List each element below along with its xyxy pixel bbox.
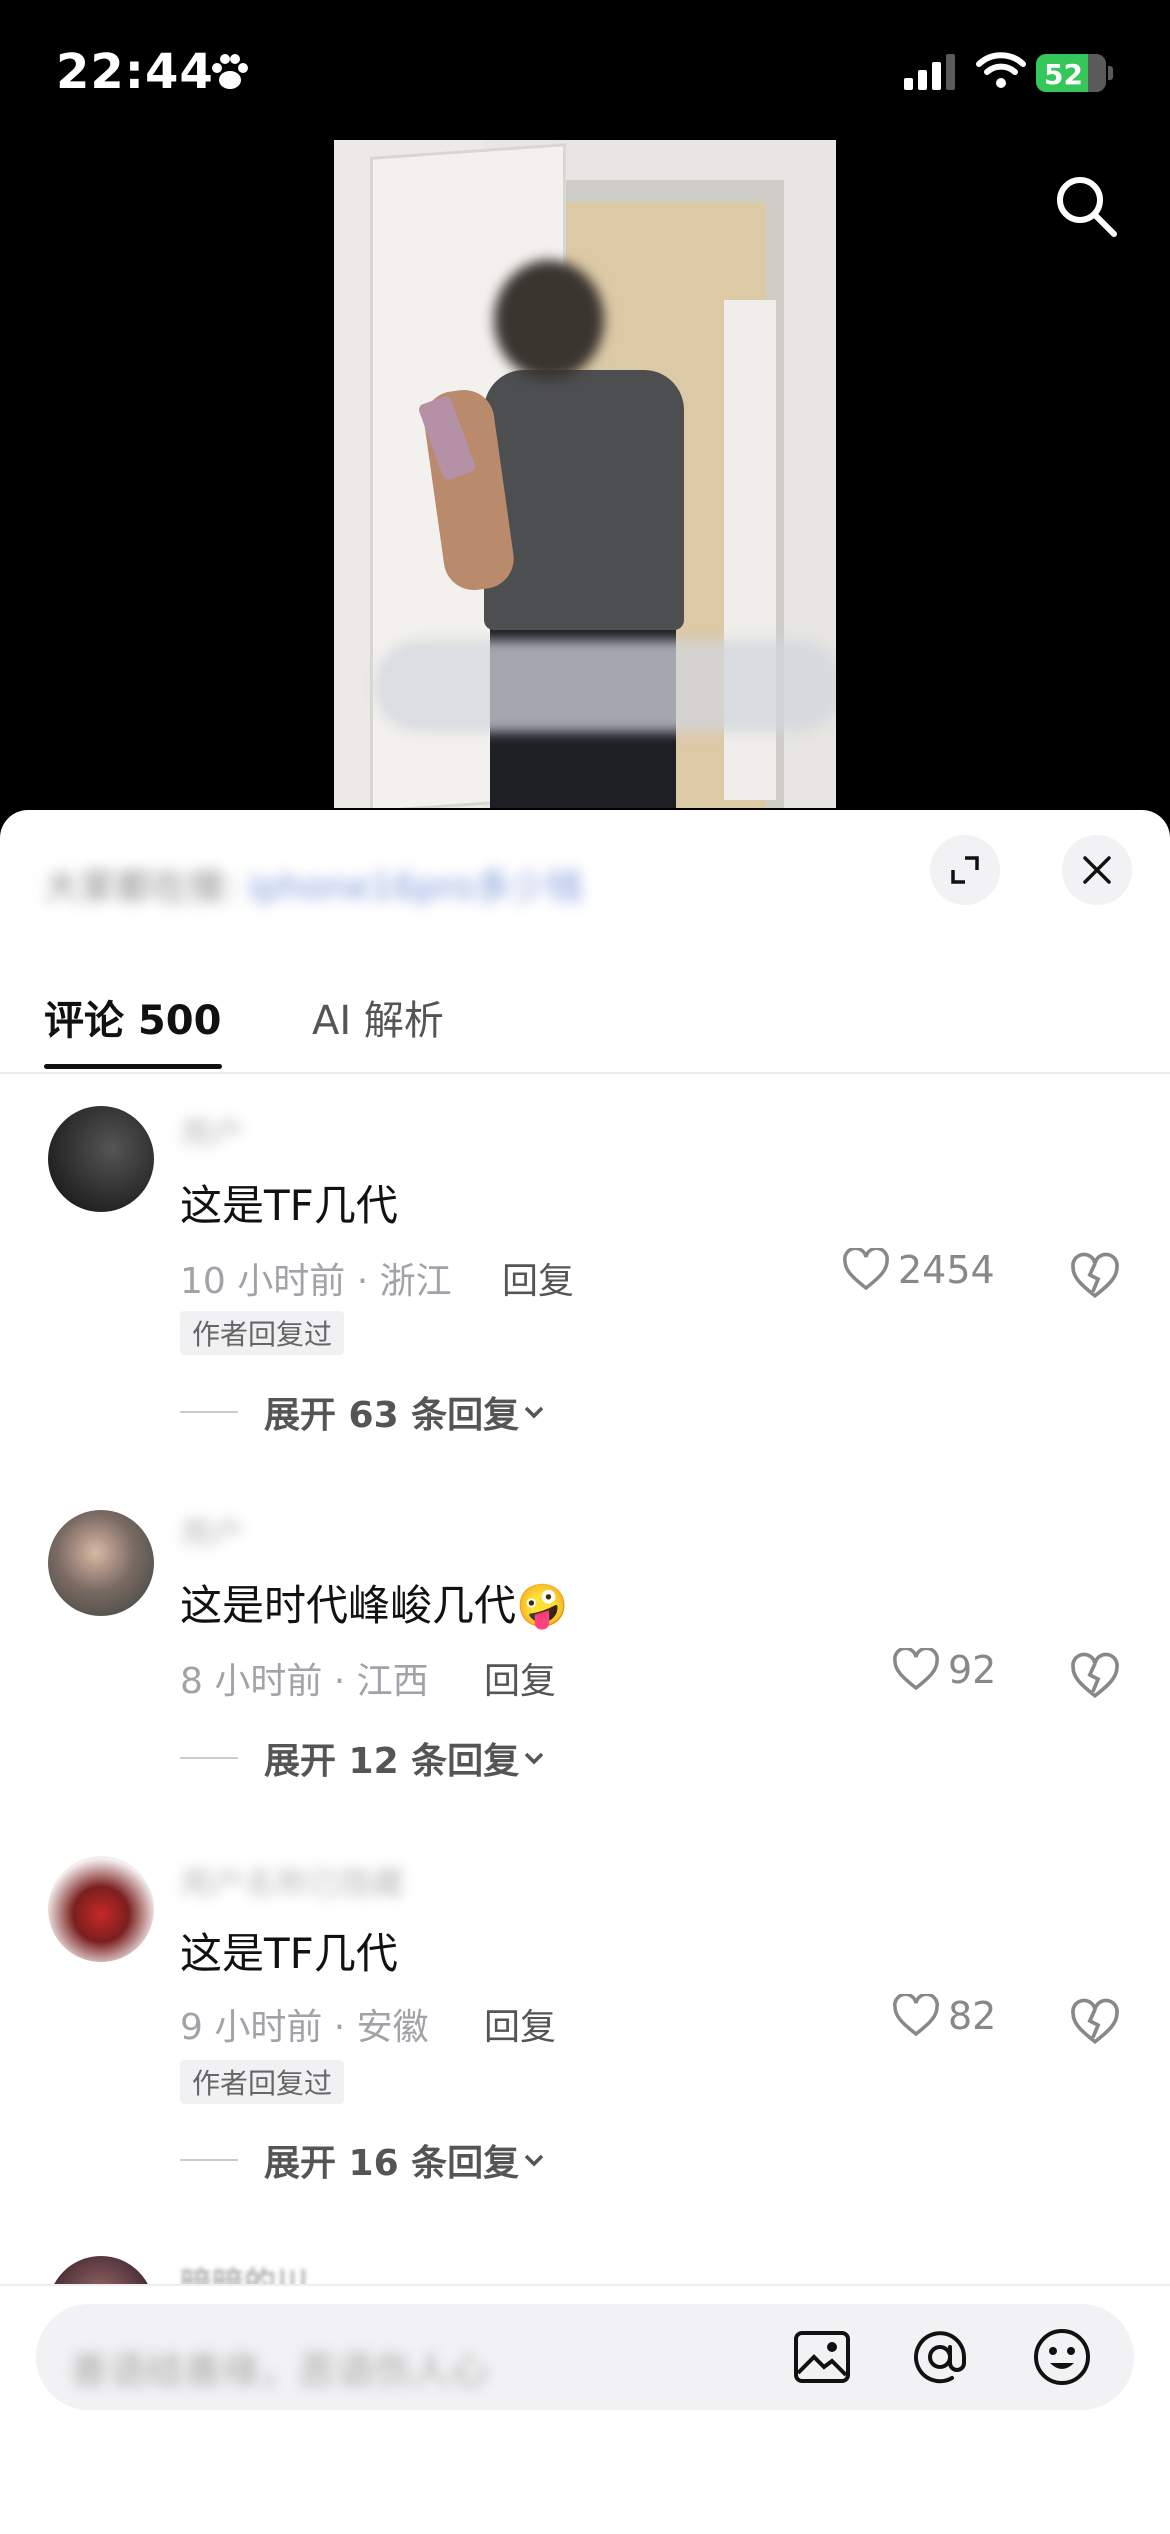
- video-person-body: [484, 370, 684, 630]
- battery-cap: [1108, 66, 1113, 80]
- battery-level: 52: [1044, 58, 1083, 91]
- chevron-down-icon: [524, 2154, 544, 2167]
- tab-ai-analysis[interactable]: AI 解析: [312, 988, 444, 1046]
- emoji-icon[interactable]: [1030, 2325, 1094, 2389]
- chevron-down-icon: [524, 1752, 544, 1765]
- comment-username[interactable]: 用户: [180, 1508, 244, 1554]
- reply-button[interactable]: 回复: [484, 1652, 556, 1704]
- search-icon[interactable]: [1050, 170, 1122, 242]
- comment-time-location: 9 小时前 · 安徽: [180, 2007, 429, 2048]
- paw-icon: [212, 54, 248, 89]
- search-suggestion-query: iphone16pro多少钱: [247, 867, 583, 908]
- expand-replies[interactable]: 展开 63 条回复: [180, 1386, 549, 1438]
- expand-replies-label: 展开 12 条回复: [264, 1741, 520, 1782]
- comment-username[interactable]: 用户名称已隐藏: [180, 1858, 404, 1904]
- video-caption-blurred: [374, 640, 836, 732]
- avatar[interactable]: [48, 1856, 154, 1962]
- image-icon[interactable]: [790, 2325, 854, 2389]
- avatar[interactable]: [48, 1106, 154, 1212]
- tab-bar: 评论 500 AI 解析: [0, 980, 1170, 1074]
- like-button[interactable]: 2454: [842, 1248, 995, 1292]
- comment-text: 这是TF几代: [180, 1181, 398, 1230]
- heart-icon: [893, 1994, 939, 2037]
- expand-replies[interactable]: 展开 12 条回复: [180, 1732, 549, 1784]
- close-icon: [1083, 856, 1111, 884]
- reply-button[interactable]: 回复: [502, 1252, 574, 1304]
- expand-replies[interactable]: 展开 16 条回复: [180, 2134, 549, 2186]
- comment-time-location: 8 小时前 · 江西: [180, 1661, 429, 1702]
- emoji-icon: 🤪: [516, 1581, 569, 1630]
- heart-icon: [893, 1648, 939, 1691]
- broken-heart-icon[interactable]: [1070, 1998, 1120, 2048]
- comment-text-content: 这是时代峰峻几代: [180, 1581, 517, 1630]
- avatar[interactable]: [48, 1510, 154, 1616]
- signal-icon: [904, 54, 955, 90]
- broken-heart-icon[interactable]: [1070, 1652, 1120, 1702]
- like-count: 82: [948, 1994, 997, 2038]
- expand-icon: [951, 856, 979, 884]
- status-bar: 22:44 52: [0, 0, 1170, 140]
- tab-active-indicator: [44, 1064, 222, 1069]
- comment-text: 这是TF几代: [180, 1929, 398, 1978]
- at-mention-icon[interactable]: [908, 2325, 972, 2389]
- author-replied-badge: 作者回复过: [180, 1311, 345, 1355]
- comment-time-location: 10 小时前 · 浙江: [180, 1261, 452, 1302]
- comment-username[interactable]: 用户: [180, 1108, 244, 1154]
- battery-indicator: 52: [1036, 54, 1106, 92]
- author-replied-badge: 作者回复过: [180, 2060, 345, 2104]
- like-count: 92: [948, 1648, 997, 1692]
- like-button[interactable]: 82: [892, 1994, 996, 2038]
- comment-input-placeholder: 善语结善缘，恶语伤人心: [70, 2349, 489, 2393]
- tab-comments[interactable]: 评论 500: [44, 988, 221, 1046]
- status-time: 22:44: [56, 44, 214, 100]
- search-suggestion[interactable]: 大家都在搜: iphone16pro多少钱: [44, 858, 744, 918]
- search-suggestion-prefix: 大家都在搜:: [44, 867, 237, 908]
- expand-replies-label: 展开 16 条回复: [264, 2143, 520, 2184]
- like-count: 2454: [898, 1248, 995, 1292]
- comment-text: 这是时代峰峻几代🤪: [180, 1572, 568, 1633]
- broken-heart-icon[interactable]: [1070, 1252, 1120, 1302]
- heart-icon: [843, 1248, 889, 1291]
- close-button[interactable]: [1062, 835, 1132, 905]
- reply-button[interactable]: 回复: [484, 1998, 556, 2050]
- like-button[interactable]: 92: [892, 1648, 996, 1692]
- expand-replies-label: 展开 63 条回复: [264, 1395, 520, 1436]
- video-player[interactable]: [334, 140, 836, 808]
- chevron-down-icon: [524, 1406, 544, 1419]
- wifi-icon: [976, 52, 1026, 88]
- video-person-head: [494, 260, 604, 380]
- expand-button[interactable]: [930, 835, 1000, 905]
